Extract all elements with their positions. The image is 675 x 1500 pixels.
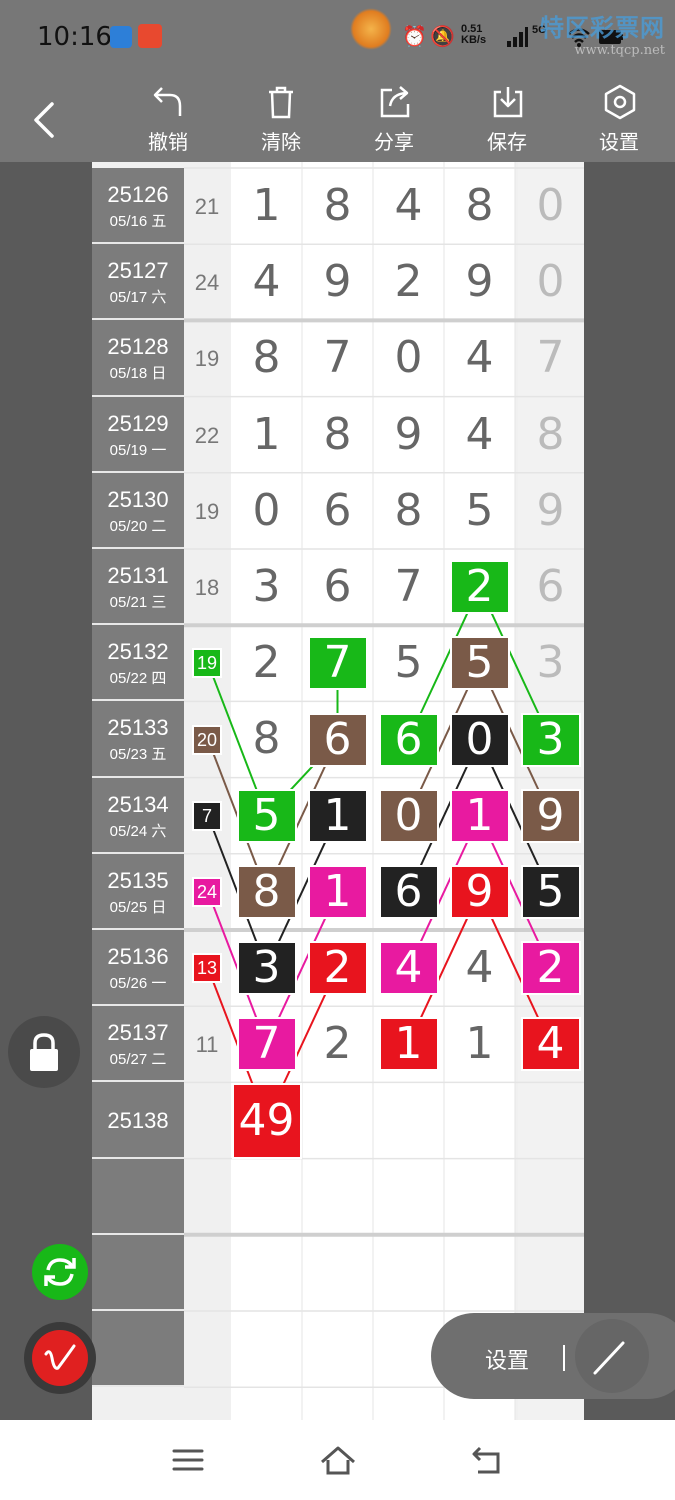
highlighted-digit[interactable]: 0 bbox=[451, 714, 508, 765]
highlighted-digit[interactable]: 4 bbox=[380, 943, 437, 994]
toolbar: 撤销 清除 分享 保存 设置 bbox=[0, 80, 675, 162]
highlighted-digit[interactable]: 5 bbox=[522, 866, 579, 917]
refresh-button[interactable] bbox=[32, 1244, 88, 1300]
navigation-bar bbox=[0, 1420, 675, 1500]
trash-icon bbox=[269, 86, 293, 119]
status-time: 10:16 bbox=[37, 22, 112, 52]
floating-settings-label[interactable]: 设置 bbox=[485, 1343, 529, 1375]
highlighted-digit[interactable]: 4 bbox=[522, 1019, 579, 1070]
watermark-title: 特区彩票网 bbox=[540, 13, 665, 42]
share-button[interactable]: 分享 bbox=[354, 80, 434, 162]
undo-button[interactable]: 撤销 bbox=[128, 80, 208, 162]
floating-settings-panel: 设置 bbox=[431, 1313, 675, 1399]
highlighted-digit[interactable]: 1 bbox=[309, 790, 366, 841]
highlighted-digit[interactable]: 3 bbox=[238, 943, 295, 994]
alarm-icon: ⏰ bbox=[402, 26, 427, 48]
highlighted-digit[interactable]: 49 bbox=[233, 1084, 300, 1157]
pen-icon bbox=[44, 1344, 76, 1370]
highlighted-sum[interactable]: 20 bbox=[194, 726, 220, 753]
highlighted-sum[interactable]: 24 bbox=[194, 878, 220, 905]
highlighted-digit[interactable]: 6 bbox=[380, 714, 437, 765]
highlighted-digit[interactable]: 1 bbox=[380, 1019, 437, 1070]
lock-button[interactable] bbox=[8, 1016, 80, 1088]
highlighted-digit[interactable]: 9 bbox=[451, 866, 508, 917]
highlighted-sum[interactable]: 19 bbox=[194, 650, 220, 677]
highlighted-sum[interactable]: 7 bbox=[194, 802, 220, 829]
clear-label: 清除 bbox=[261, 132, 301, 154]
highlighted-digit[interactable]: 1 bbox=[451, 790, 508, 841]
highlighted-digit[interactable]: 1 bbox=[309, 866, 366, 917]
menu-icon[interactable] bbox=[168, 1440, 208, 1480]
line-draw-icon bbox=[593, 1341, 625, 1375]
highlighted-digit[interactable]: 8 bbox=[238, 866, 295, 917]
app-icon-blue bbox=[110, 26, 132, 48]
signal-icon bbox=[507, 27, 528, 47]
home-icon[interactable] bbox=[318, 1440, 358, 1480]
app-icon-red bbox=[138, 24, 162, 48]
back-nav-icon[interactable] bbox=[468, 1440, 508, 1480]
highlighted-digit[interactable]: 2 bbox=[451, 562, 508, 613]
highlighted-digit[interactable]: 5 bbox=[238, 790, 295, 841]
lock-icon bbox=[30, 1033, 58, 1071]
net-speed: 0.51 KB/s bbox=[461, 24, 486, 46]
pen-button[interactable] bbox=[24, 1322, 96, 1394]
highlighted-digit[interactable]: 2 bbox=[309, 943, 366, 994]
settings-icon bbox=[604, 84, 636, 120]
net-speed-unit: KB/s bbox=[461, 34, 487, 46]
highlighted-digit[interactable]: 6 bbox=[309, 714, 366, 765]
highlighted-digit[interactable]: 6 bbox=[380, 866, 437, 917]
share-label: 分享 bbox=[374, 132, 414, 154]
save-label: 保存 bbox=[487, 132, 527, 154]
highlighted-digit[interactable]: 9 bbox=[522, 790, 579, 841]
watermark-logo bbox=[350, 8, 392, 50]
back-button[interactable] bbox=[26, 98, 66, 142]
highlighted-digit[interactable]: 2 bbox=[522, 943, 579, 994]
highlighted-sum[interactable]: 13 bbox=[194, 955, 220, 982]
download-icon bbox=[493, 87, 523, 118]
watermark-url: www.tqcp.net bbox=[574, 43, 665, 58]
watermark: 特区彩票网 www.tqcp.net bbox=[350, 8, 665, 58]
clear-button[interactable]: 清除 bbox=[241, 80, 321, 162]
highlighted-digit[interactable]: 3 bbox=[522, 714, 579, 765]
settings-button[interactable]: 设置 bbox=[579, 80, 659, 162]
line-draw-button[interactable] bbox=[575, 1319, 649, 1393]
back-icon bbox=[34, 102, 54, 138]
pen-button-inner bbox=[32, 1330, 88, 1386]
highlighted-digit[interactable]: 7 bbox=[238, 1019, 295, 1070]
status-bar: 10:16 ⏰ 🔕 0.51 KB/s 5G 特区彩票网 www.tqcp.ne… bbox=[0, 0, 675, 80]
save-button[interactable]: 保存 bbox=[467, 80, 547, 162]
divider bbox=[563, 1345, 565, 1371]
undo-label: 撤销 bbox=[148, 132, 188, 154]
highlighted-digit[interactable]: 5 bbox=[451, 638, 508, 689]
share-icon bbox=[380, 86, 410, 118]
undo-icon bbox=[153, 87, 182, 116]
settings-label: 设置 bbox=[599, 132, 639, 154]
highlighted-digit[interactable]: 0 bbox=[380, 790, 437, 841]
mute-icon: 🔕 bbox=[430, 26, 455, 48]
highlighted-digit[interactable]: 7 bbox=[309, 638, 366, 689]
refresh-icon bbox=[44, 1258, 76, 1286]
trend-chart[interactable]: 25126 05/16 五 21 1 8 4 8 0 25127 05/17 六 24 4 9 2 9 0 25… bbox=[92, 162, 584, 1422]
